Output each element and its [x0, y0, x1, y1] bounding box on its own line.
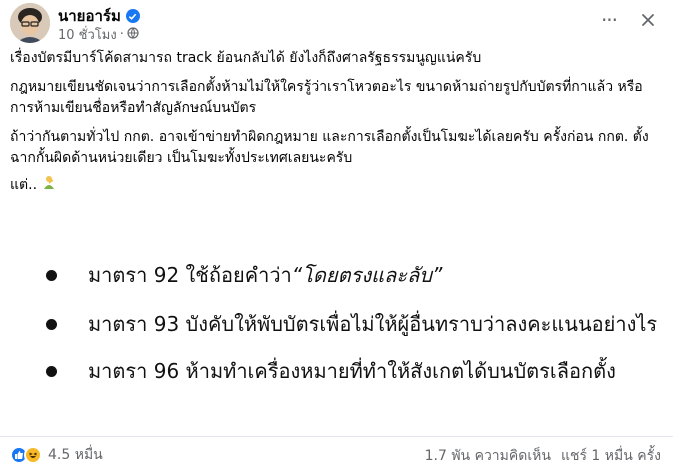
post-header: นายอาร์ม 10 ชั่วโมง · ··· — [0, 0, 673, 50]
close-button[interactable] — [636, 8, 660, 32]
bullet-dot — [46, 365, 57, 377]
public-globe-icon[interactable] — [127, 26, 139, 43]
post-paragraph-4: แต่.. — [10, 174, 665, 197]
reactions-summary[interactable]: 4.5 หมื่น — [10, 444, 103, 466]
verified-badge-icon — [125, 9, 140, 23]
law-item-96: มาตรา 96 ห้ามทำเครื่องหมายที่ทำให้สังเกต… — [46, 355, 616, 387]
person-emoji-icon — [41, 174, 57, 197]
shares-count-link[interactable]: แชร์ 1 หมื่น ครั้ง — [561, 445, 661, 467]
bullet-dot — [46, 269, 57, 281]
post-footer: 4.5 หมื่น 1.7 พัน ความคิดเห็น แชร์ 1 หมื… — [0, 436, 673, 470]
law-item-93: มาตรา 93 บังคับให้พับบัตรเพื่อไม่ให้ผู้อ… — [46, 308, 657, 340]
engagement-stats: 1.7 พัน ความคิดเห็น แชร์ 1 หมื่น ครั้ง — [425, 445, 661, 467]
post-paragraph-4-text: แต่.. — [10, 177, 38, 193]
ellipsis-icon: ··· — [600, 8, 618, 32]
bullet-dot — [46, 318, 57, 330]
law-item-text: มาตรา 93 บังคับให้พับบัตรเพื่อไม่ให้ผู้อ… — [88, 312, 658, 336]
haha-reaction-icon — [24, 446, 42, 464]
post-paragraph-2: กฎหมายเขียนชัดเจนว่าการเลือกตั้งห้ามไม่ใ… — [10, 79, 643, 116]
law-item-text: มาตรา 92 ใช้ถ้อยคำว่า — [88, 263, 292, 287]
close-icon — [642, 14, 654, 26]
law-item-92: มาตรา 92 ใช้ถ้อยคำว่า “โดยตรงและลับ” — [46, 259, 442, 291]
post-meta: 10 ชั่วโมง · — [58, 24, 139, 45]
avatar-image — [10, 3, 50, 43]
author-avatar[interactable] — [10, 3, 50, 43]
reaction-count: 4.5 หมื่น — [48, 447, 103, 463]
post-paragraph-1: เรื่องบัตรมีบาร์โค้ดสามารถ track ย้อนกลั… — [10, 50, 482, 66]
more-options-button[interactable]: ··· — [596, 8, 622, 32]
post-paragraph-3: ถ้าว่ากันตามทั่วไป กกต. อาจเข้าข่ายทำผิด… — [10, 129, 649, 166]
law-item-emphasis: “โดยตรงและลับ” — [291, 263, 443, 287]
comments-count-link[interactable]: 1.7 พัน ความคิดเห็น — [425, 445, 551, 467]
post-time[interactable]: 10 ชั่วโมง — [58, 24, 117, 45]
law-item-text: มาตรา 96 ห้ามทำเครื่องหมายที่ทำให้สังเกต… — [88, 359, 616, 383]
post-image[interactable]: มาตรา 92 ใช้ถ้อยคำว่า “โดยตรงและลับ” มาต… — [0, 207, 673, 427]
meta-separator: · — [119, 27, 124, 42]
